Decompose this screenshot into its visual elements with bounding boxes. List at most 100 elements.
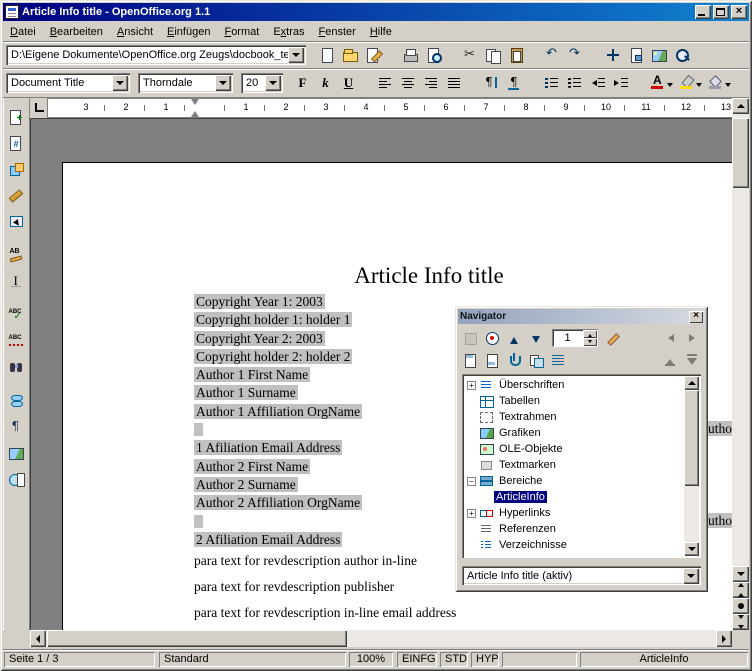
page-number-spinner[interactable]: 1: [552, 329, 598, 347]
navigator-document-value[interactable]: Article Info title (aktiv): [462, 570, 683, 582]
paste-button[interactable]: [505, 44, 528, 66]
find-replace-button[interactable]: [4, 355, 28, 378]
field-text[interactable]: [194, 515, 203, 528]
auto-spellcheck-button[interactable]: [4, 329, 28, 352]
vertical-scroll-thumb[interactable]: [732, 118, 749, 188]
content-view-button[interactable]: [548, 351, 569, 370]
field-text[interactable]: Copyright holder 1: holder 1: [194, 312, 352, 327]
data-sources-button[interactable]: [4, 389, 28, 412]
field-text[interactable]: Author 2 Affiliation OrgName: [194, 495, 362, 510]
font-name-value[interactable]: Thorndale: [138, 77, 215, 89]
navigator-document-selector[interactable]: Article Info title (aktiv): [462, 566, 701, 585]
highlighting-button[interactable]: [675, 72, 704, 94]
tree-item-textmarken[interactable]: Textmarken: [465, 457, 683, 473]
previous-page-button[interactable]: [732, 582, 749, 598]
maximize-button[interactable]: [713, 5, 729, 19]
print-button[interactable]: [399, 44, 422, 66]
menu-format[interactable]: Format: [217, 24, 266, 40]
url-combobox[interactable]: D:\Eigene Dokumente\OpenOffice.org Zeugs…: [6, 45, 306, 65]
tree-scrollbar[interactable]: [684, 376, 699, 556]
dropdown-arrow-icon[interactable]: [112, 75, 128, 91]
font-size-combobox[interactable]: 20: [241, 73, 283, 93]
navigator-button[interactable]: [602, 44, 625, 66]
field-text[interactable]: [194, 423, 203, 436]
tree-item-grafiken[interactable]: Grafiken: [465, 425, 683, 441]
text-direction-ttb-button[interactable]: [503, 72, 526, 94]
field-text[interactable]: Author 1 Affiliation OrgName: [194, 404, 362, 419]
decrease-indent-button[interactable]: [586, 72, 609, 94]
vertical-scrollbar[interactable]: [732, 98, 749, 630]
tree-item-hyperlinks[interactable]: + Hyperlinks: [465, 505, 683, 521]
header-button[interactable]: [460, 351, 481, 370]
url-value[interactable]: D:\Eigene Dokumente\OpenOffice.org Zeugs…: [6, 49, 288, 61]
copy-button[interactable]: [482, 44, 505, 66]
text-direction-ltr-button[interactable]: [480, 72, 503, 94]
paragraph-style-value[interactable]: Document Title: [6, 77, 112, 89]
italic-button[interactable]: k: [314, 72, 337, 94]
field-text[interactable]: Author 2 First Name: [194, 459, 310, 474]
status-insert-mode-field[interactable]: EINFG: [397, 652, 437, 667]
horizontal-scroll-thumb[interactable]: [47, 630, 347, 647]
horizontal-ruler[interactable]: 32112345678910111213: [48, 98, 732, 118]
bullets-on-off-button[interactable]: [563, 72, 586, 94]
set-reminder-button[interactable]: [603, 329, 624, 348]
field-text[interactable]: Author 1 Surname: [194, 385, 298, 400]
align-justify-button[interactable]: [443, 72, 466, 94]
anchor-text-button[interactable]: [504, 351, 525, 370]
status-section-field[interactable]: ArticleInfo: [580, 652, 748, 667]
open-button[interactable]: [339, 44, 362, 66]
paragraph-text[interactable]: para text for revdescription in-line ema…: [194, 605, 664, 620]
menu-bearbeiten[interactable]: Bearbeiten: [43, 24, 110, 40]
undo-button[interactable]: [542, 44, 565, 66]
draw-functions-button[interactable]: [4, 183, 28, 206]
increase-indent-button[interactable]: [609, 72, 632, 94]
previous-button[interactable]: [504, 329, 525, 348]
tree-item-ueberschriften[interactable]: + Überschriften: [465, 377, 683, 393]
spin-up-button[interactable]: [583, 330, 597, 338]
tree-item-textrahmen[interactable]: Textrahmen: [465, 409, 683, 425]
footer-button[interactable]: [482, 351, 503, 370]
paragraph-style-combobox[interactable]: Document Title: [6, 73, 130, 93]
scroll-up-button[interactable]: [732, 98, 749, 114]
drag-mode-button[interactable]: [526, 351, 547, 370]
close-button[interactable]: ×: [731, 5, 747, 19]
dropdown-arrow-icon[interactable]: [265, 75, 281, 91]
field-text[interactable]: Author 1 First Name: [194, 367, 310, 382]
scroll-right-button[interactable]: [716, 630, 732, 647]
tree-item-tabellen[interactable]: Tabellen: [465, 393, 683, 409]
navigator-close-button[interactable]: [689, 311, 703, 323]
insert-fields-button[interactable]: [4, 131, 28, 154]
dropdown-arrow-icon[interactable]: [288, 47, 304, 63]
status-page-style-field[interactable]: Standard: [159, 652, 346, 667]
gallery-button[interactable]: [648, 44, 671, 66]
tree-item-verzeichnisse[interactable]: Verzeichnisse: [465, 537, 683, 553]
field-text[interactable]: Copyright Year 1: 2003: [194, 294, 325, 309]
tree-item-referenzen[interactable]: Referenzen: [465, 521, 683, 537]
tree-item-bereiche[interactable]: − Bereiche: [465, 473, 683, 489]
tree-item-articleinfo[interactable]: ArticleInfo: [465, 489, 683, 505]
tree-expand-toggle[interactable]: −: [467, 477, 476, 486]
graphics-on-off-button[interactable]: [4, 441, 28, 464]
tree-scroll-up-button[interactable]: [684, 376, 699, 390]
status-hyperlink-mode-field[interactable]: HYP: [471, 652, 499, 667]
tab-stop-selector[interactable]: [30, 98, 48, 118]
field-text[interactable]: Author 2 Surname: [194, 477, 298, 492]
indent-marker-bottom[interactable]: [191, 107, 199, 117]
dropdown-arrow-icon[interactable]: [683, 568, 699, 584]
background-color-button[interactable]: [704, 72, 733, 94]
insert-button[interactable]: [4, 105, 28, 128]
menu-datei[interactable]: Datei: [3, 24, 43, 40]
bold-button[interactable]: F: [291, 72, 314, 94]
status-selection-mode-field[interactable]: STD: [440, 652, 468, 667]
numbering-on-off-button[interactable]: [540, 72, 563, 94]
online-layout-button[interactable]: [4, 467, 28, 490]
horizontal-scrollbar[interactable]: [30, 630, 732, 647]
stylist-button[interactable]: [625, 44, 648, 66]
align-right-button[interactable]: [420, 72, 443, 94]
next-button[interactable]: [526, 329, 547, 348]
page-preview-button[interactable]: [422, 44, 445, 66]
field-text[interactable]: Copyright Year 2: 2003: [194, 331, 325, 346]
edit-file-button[interactable]: [362, 44, 385, 66]
align-left-button[interactable]: [374, 72, 397, 94]
tree-item-ole-objekte[interactable]: OLE-Objekte: [465, 441, 683, 457]
